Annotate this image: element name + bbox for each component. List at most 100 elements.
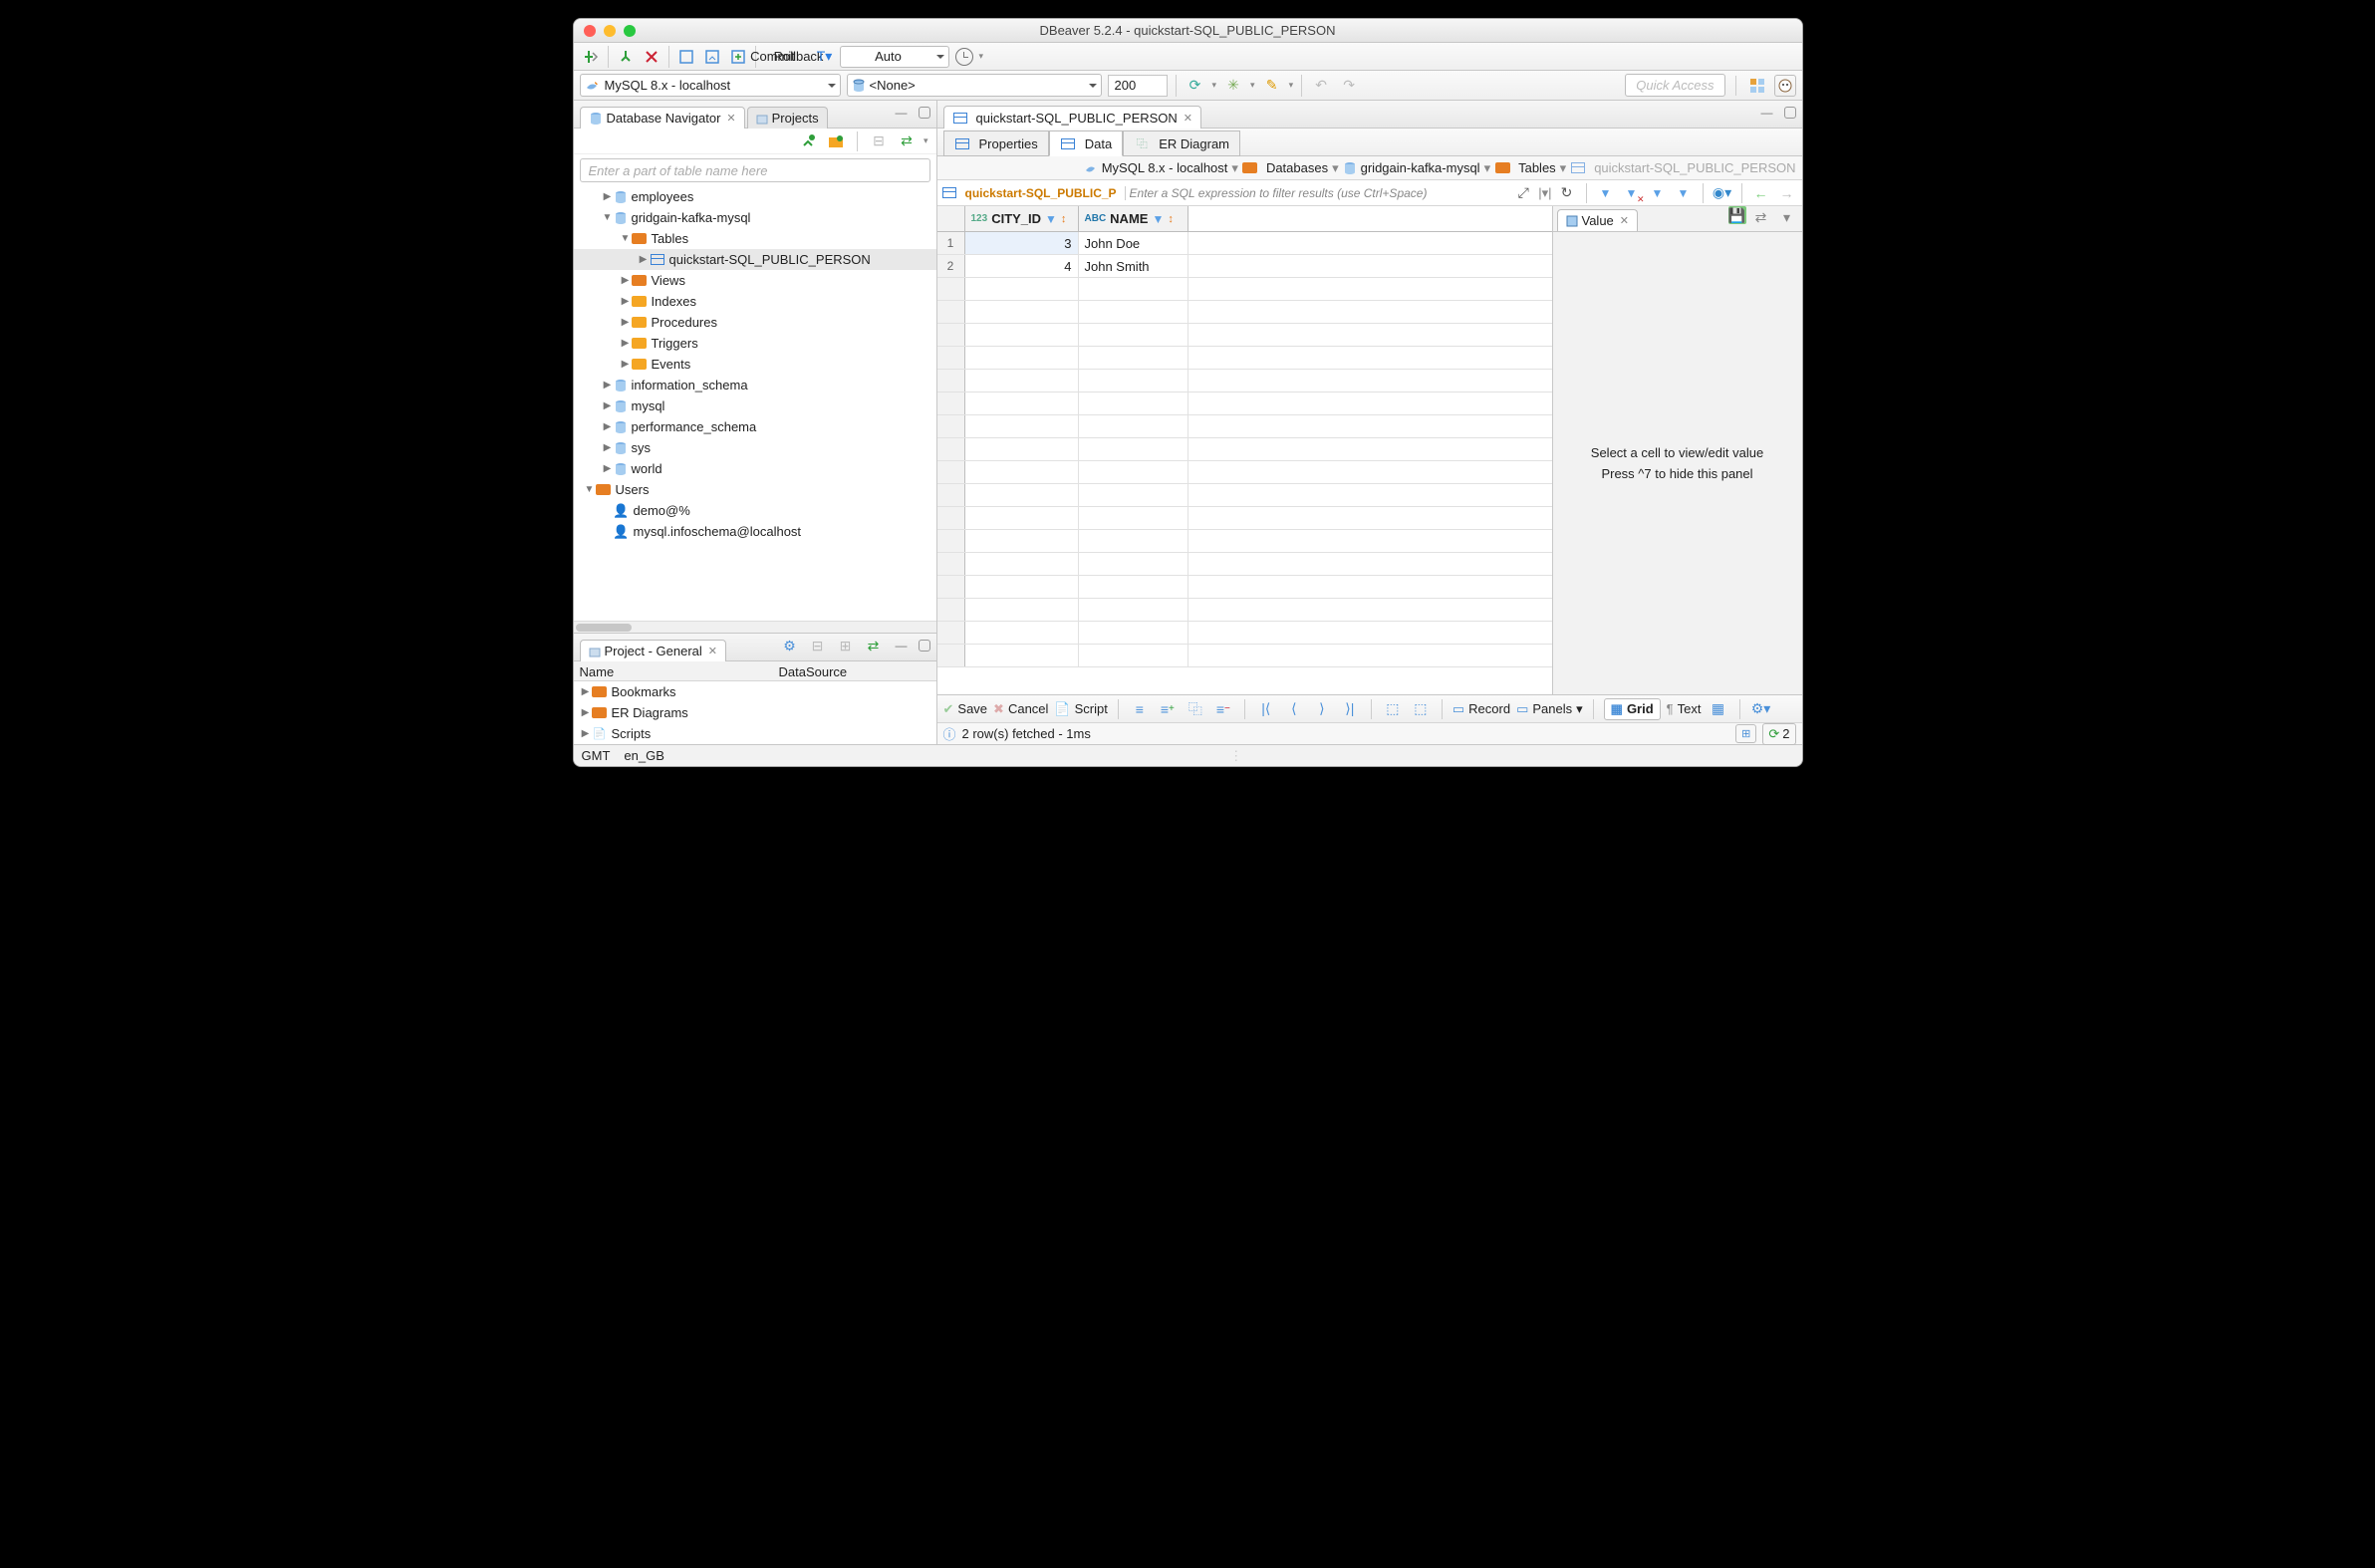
script-button[interactable]: 📄 Script — [1054, 701, 1107, 717]
close-tab-icon[interactable]: ✕ — [726, 112, 735, 125]
close-tab-icon[interactable]: ✕ — [708, 645, 717, 657]
tree-node-users[interactable]: ▼Users — [574, 479, 936, 500]
filter-expression-input[interactable]: Enter a SQL expression to filter results… — [1125, 186, 1509, 200]
tab-editor-quickstart[interactable]: quickstart-SQL_PUBLIC_PERSON ✕ — [943, 106, 1202, 129]
proj-scripts[interactable]: ▶📄Scripts — [574, 723, 936, 744]
sql-editor-recent-icon[interactable] — [701, 46, 723, 68]
tx-mode-select[interactable]: Auto — [840, 46, 949, 68]
grid-corner[interactable] — [937, 206, 965, 231]
sql-editor-new-icon[interactable] — [727, 46, 749, 68]
tree-node-db[interactable]: ▶sys — [574, 437, 936, 458]
proj-er[interactable]: ▶ER Diagrams — [574, 702, 936, 723]
tree-node-views[interactable]: ▶Views — [574, 270, 936, 291]
col-sort-icon[interactable]: ↕ — [1168, 213, 1174, 225]
expand-filter-icon[interactable]: ⤢ — [1512, 182, 1534, 204]
new-folder-icon[interactable] — [825, 131, 847, 152]
value-menu-icon[interactable]: ▾ — [1776, 206, 1798, 228]
tree-node-procedures[interactable]: ▶Procedures — [574, 312, 936, 333]
rows-indicator[interactable]: ⊞ — [1735, 724, 1756, 743]
row-number[interactable]: 2 — [937, 255, 965, 277]
back-icon[interactable]: ↶ — [1310, 75, 1332, 97]
cell-city-id[interactable]: 4 — [965, 255, 1079, 277]
nav-fwd-icon[interactable]: → — [1776, 182, 1798, 204]
tab-project-general[interactable]: Project - General ✕ — [580, 640, 726, 661]
prev-icon[interactable]: ⟨ — [1283, 698, 1305, 720]
zoom-window-button[interactable] — [624, 25, 636, 37]
cell-city-id[interactable]: 3 — [965, 232, 1079, 254]
maximize-view-icon[interactable] — [919, 640, 930, 652]
close-tab-icon[interactable]: ✕ — [1184, 112, 1192, 125]
tab-db-navigator[interactable]: Database Navigator ✕ — [580, 107, 745, 129]
new-connection-nav-icon[interactable] — [797, 131, 819, 152]
subtab-properties[interactable]: Properties — [943, 131, 1049, 156]
link-icon[interactable]: ⇄ — [896, 131, 918, 152]
tree-node-user[interactable]: 👤mysql.infoschema@localhost — [574, 521, 936, 542]
export-icon[interactable]: ⬚ — [1382, 698, 1404, 720]
fetch-limit-input[interactable] — [1108, 75, 1168, 97]
stop-icon[interactable]: ✳ — [1222, 75, 1244, 97]
filter-clear-icon[interactable]: ▼✕ — [1621, 182, 1643, 204]
cancel-button[interactable]: ✖ Cancel — [993, 701, 1048, 717]
new-connection-icon[interactable] — [580, 46, 602, 68]
cell-name[interactable]: John Doe — [1079, 232, 1188, 254]
col-sort-icon[interactable]: ↕ — [1061, 213, 1067, 225]
tree-scrollbar[interactable] — [574, 621, 936, 633]
col-name[interactable]: ABC NAME ▼↕ — [1079, 206, 1188, 231]
first-icon[interactable]: |⟨ — [1255, 698, 1277, 720]
crumb-conn[interactable]: MySQL 8.x - localhost — [1102, 160, 1228, 175]
col-filter-icon[interactable]: ▼ — [1045, 212, 1057, 226]
tab-value[interactable]: Value ✕ — [1557, 209, 1639, 231]
gear-icon[interactable]: ⚙ — [779, 635, 801, 656]
next-icon[interactable]: ⟩ — [1311, 698, 1333, 720]
refresh-button[interactable]: ⟳ 2 — [1762, 723, 1795, 745]
minimize-view-icon[interactable]: — — [1756, 102, 1778, 124]
maximize-view-icon[interactable] — [919, 107, 930, 119]
close-tab-icon[interactable]: ✕ — [1620, 214, 1629, 227]
tree-node-quickstart-table[interactable]: ▶quickstart-SQL_PUBLIC_PERSON — [574, 249, 936, 270]
save-button[interactable]: ✔ Save — [943, 701, 988, 717]
colors-icon[interactable]: ◉▾ — [1712, 182, 1733, 204]
tree-node-triggers[interactable]: ▶Triggers — [574, 333, 936, 354]
forward-icon[interactable]: ↷ — [1338, 75, 1360, 97]
expand-proj-icon[interactable]: ⊞ — [835, 635, 857, 656]
disconnect-icon[interactable] — [641, 46, 662, 68]
filter-icon[interactable]: ▼ — [1595, 182, 1617, 204]
minimize-view-icon[interactable]: — — [891, 635, 913, 656]
link-proj-icon[interactable]: ⇄ — [863, 635, 885, 656]
col-city-id[interactable]: 123 CITY_ID ▼↕ — [965, 206, 1079, 231]
grid-toggle[interactable]: ▦ Grid — [1604, 698, 1661, 720]
tree-filter-input[interactable]: Enter a part of table name here — [580, 158, 930, 182]
panels-menu[interactable]: ▭ Panels ▾ — [1516, 701, 1583, 717]
perspective-db-icon[interactable] — [1746, 75, 1768, 97]
nav-back-icon[interactable]: ← — [1750, 182, 1772, 204]
import-icon[interactable]: ⬚ — [1410, 698, 1432, 720]
connect-icon[interactable] — [615, 46, 637, 68]
tree-node-db[interactable]: ▼gridgain-kafka-mysql — [574, 207, 936, 228]
filter-custom-icon[interactable]: ▼ — [1673, 182, 1695, 204]
add-row-icon[interactable]: ≡+ — [1157, 698, 1179, 720]
del-row-icon[interactable]: ≡− — [1212, 698, 1234, 720]
last-icon[interactable]: ⟩| — [1339, 698, 1361, 720]
minimize-view-icon[interactable]: — — [891, 102, 913, 124]
tree-node-db[interactable]: ▶world — [574, 458, 936, 479]
proj-bookmarks[interactable]: ▶Bookmarks — [574, 681, 936, 702]
highlight-icon[interactable]: ✎ — [1261, 75, 1283, 97]
minimize-window-button[interactable] — [604, 25, 616, 37]
tree-node-db[interactable]: ▶information_schema — [574, 375, 936, 395]
edit-row-icon[interactable]: ≡ — [1129, 698, 1151, 720]
rollback-button[interactable]: Rollback — [788, 46, 810, 68]
tree-node-db[interactable]: ▶performance_schema — [574, 416, 936, 437]
gear-icon[interactable]: ⚙▾ — [1750, 698, 1772, 720]
auto-apply-icon[interactable]: ⇄ — [1750, 206, 1772, 228]
col-filter-icon[interactable]: ▼ — [1152, 212, 1164, 226]
quick-access-input[interactable]: Quick Access — [1625, 74, 1724, 97]
subtab-er[interactable]: ⿻ER Diagram — [1123, 131, 1240, 156]
dup-row-icon[interactable]: ⿻ — [1185, 698, 1206, 720]
calc-icon[interactable]: ▦ — [1708, 698, 1729, 720]
maximize-view-icon[interactable] — [1784, 107, 1796, 119]
refresh-icon[interactable]: ⟳ — [1185, 75, 1206, 97]
history-icon[interactable] — [953, 46, 975, 68]
close-window-button[interactable] — [584, 25, 596, 37]
sql-editor-icon[interactable] — [675, 46, 697, 68]
table-row[interactable]: 2 4 John Smith — [937, 255, 1552, 278]
